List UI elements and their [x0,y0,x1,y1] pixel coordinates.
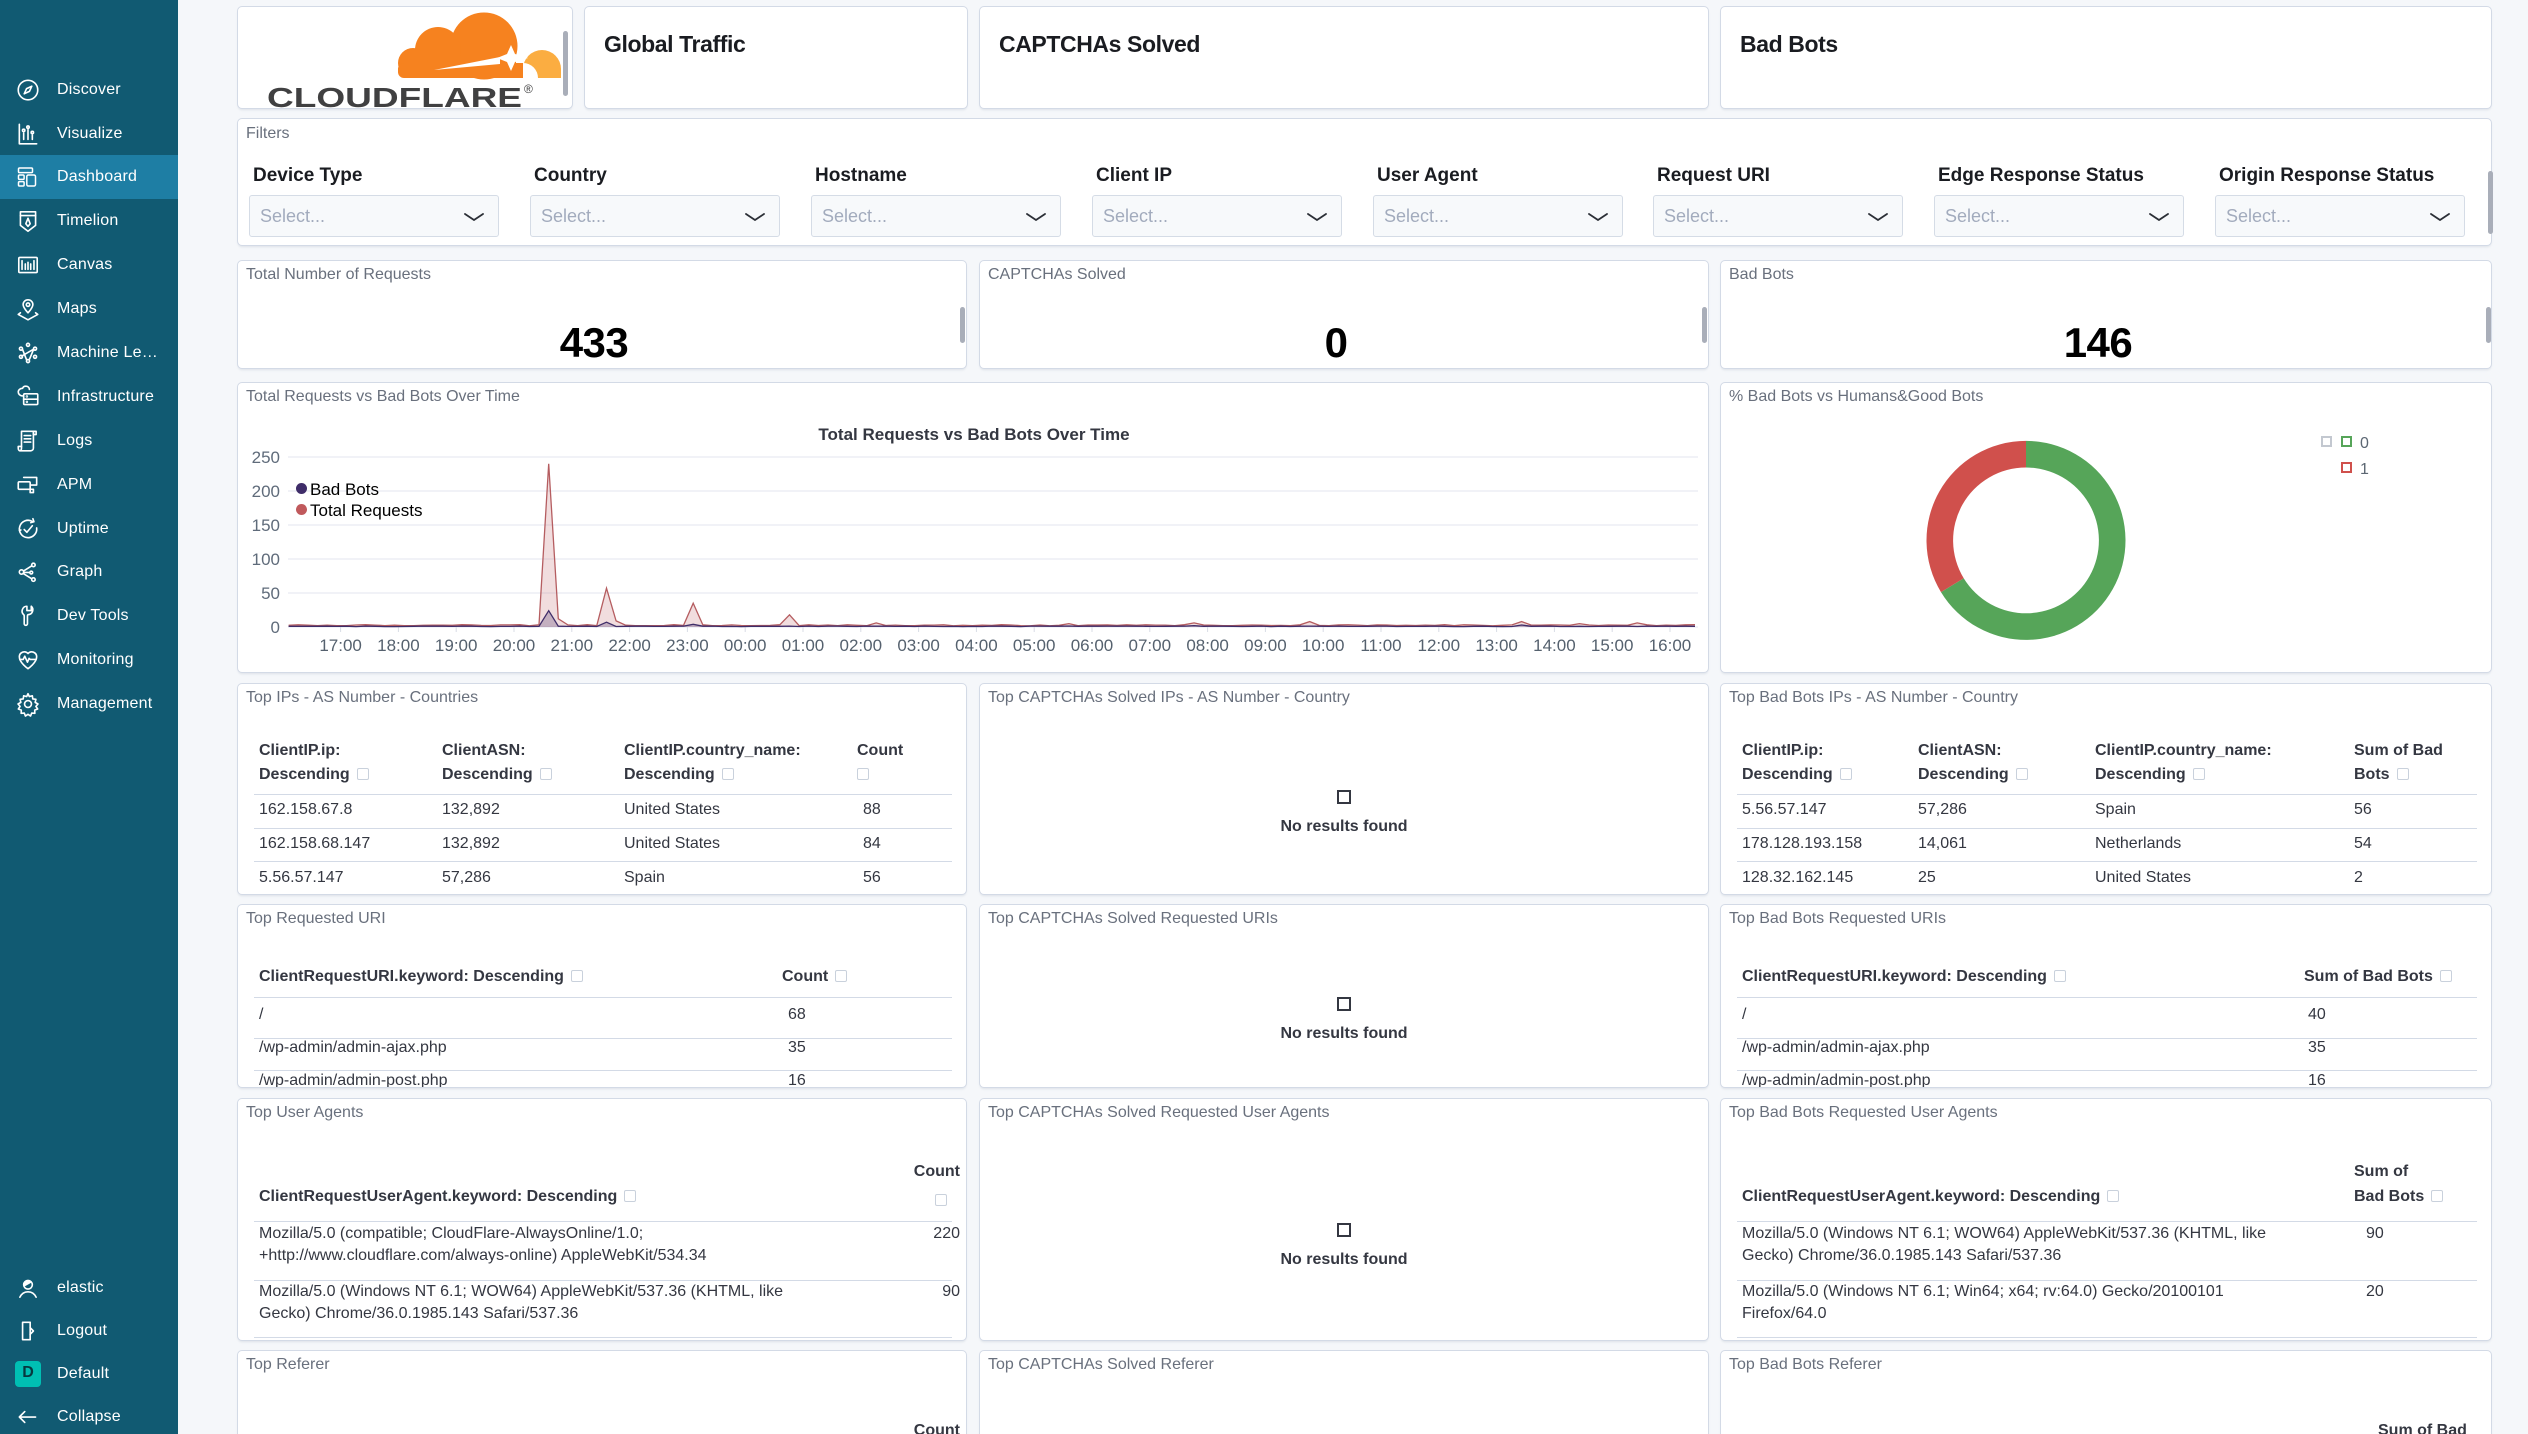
svg-text:15:00: 15:00 [1591,636,1634,655]
svg-text:17:00: 17:00 [319,636,362,655]
svg-text:21:00: 21:00 [551,636,594,655]
svg-text:06:00: 06:00 [1071,636,1114,655]
svg-text:00:00: 00:00 [724,636,767,655]
svg-text:CLOUDFLARE: CLOUDFLARE [267,82,522,108]
svg-text:01:00: 01:00 [782,636,825,655]
svg-text:04:00: 04:00 [955,636,998,655]
svg-text:02:00: 02:00 [840,636,883,655]
svg-text:Bad Bots: Bad Bots [310,480,379,499]
svg-text:14:00: 14:00 [1533,636,1576,655]
svg-text:20:00: 20:00 [493,636,536,655]
svg-text:11:00: 11:00 [1360,636,1401,655]
svg-text:09:00: 09:00 [1244,636,1287,655]
svg-text:10:00: 10:00 [1302,636,1345,655]
svg-text:12:00: 12:00 [1418,636,1461,655]
svg-text:07:00: 07:00 [1129,636,1172,655]
svg-text:250: 250 [252,448,280,467]
svg-text:05:00: 05:00 [1013,636,1056,655]
svg-text:100: 100 [252,550,280,569]
svg-text:200: 200 [252,482,280,501]
svg-text:150: 150 [252,516,280,535]
svg-text:19:00: 19:00 [435,636,478,655]
svg-text:13:00: 13:00 [1475,636,1518,655]
svg-text:22:00: 22:00 [608,636,651,655]
svg-text:08:00: 08:00 [1186,636,1229,655]
svg-text:16:00: 16:00 [1649,636,1692,655]
svg-text:Total Requests: Total Requests [310,501,422,520]
svg-text:Total Requests vs Bad Bots Ove: Total Requests vs Bad Bots Over Time [818,425,1129,444]
svg-text:0: 0 [271,618,280,637]
svg-text:23:00: 23:00 [666,636,709,655]
svg-text:®: ® [524,82,533,96]
svg-text:50: 50 [261,584,280,603]
svg-text:03:00: 03:00 [897,636,940,655]
svg-text:18:00: 18:00 [377,636,420,655]
